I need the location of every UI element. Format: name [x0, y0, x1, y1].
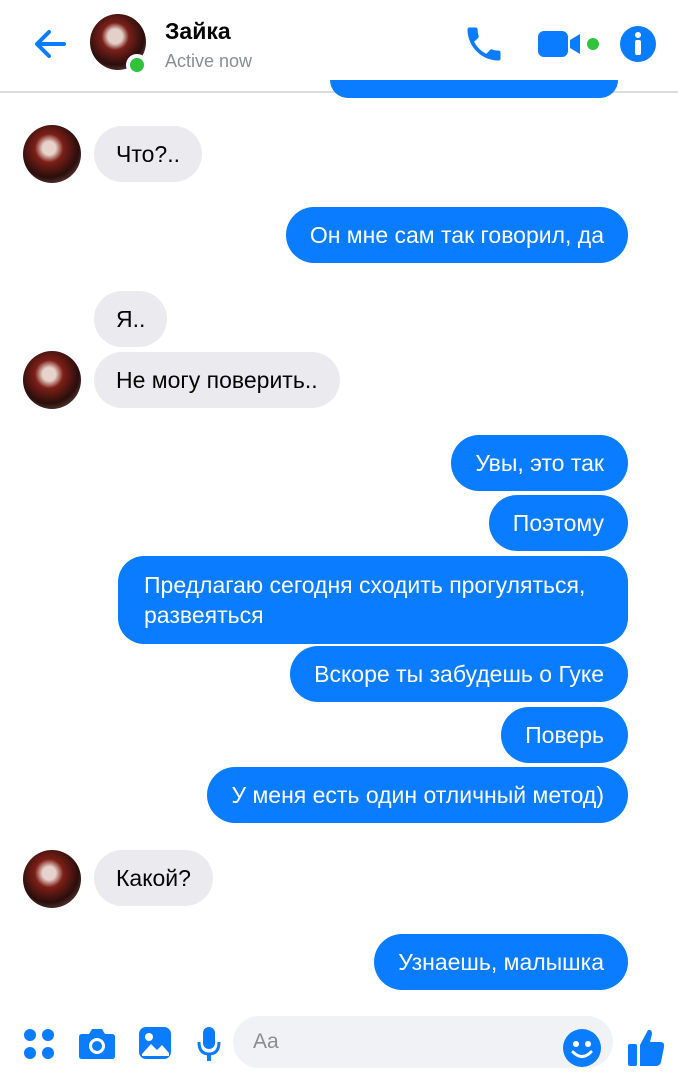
camera-button[interactable] — [78, 1026, 116, 1065]
message-composer — [0, 1004, 678, 1080]
message-outgoing[interactable]: Поверь — [501, 707, 628, 763]
message-outgoing[interactable]: Предлагаю сегодня сходить прогуляться, р… — [118, 556, 628, 644]
video-call-button[interactable] — [536, 26, 602, 62]
scrolled-message-edge — [330, 80, 618, 98]
message-outgoing[interactable]: Вскоре ты забудешь о Гуке — [290, 646, 628, 702]
contact-status: Active now — [165, 51, 253, 71]
message-outgoing[interactable]: Он мне сам так говорил, да — [285, 207, 628, 263]
microphone-icon — [197, 1027, 221, 1061]
message-incoming[interactable]: Я.. — [94, 291, 168, 347]
back-arrow-icon — [35, 30, 66, 58]
like-button[interactable] — [626, 1026, 666, 1073]
info-button[interactable] — [618, 24, 658, 64]
message-incoming[interactable]: Не могу поверить.. — [94, 352, 340, 408]
message-incoming[interactable]: Что?.. — [94, 126, 202, 182]
emoji-button[interactable] — [562, 1028, 602, 1073]
sender-avatar[interactable] — [23, 351, 81, 409]
message-outgoing[interactable]: Поэтому — [488, 495, 628, 551]
message-outgoing[interactable]: Узнаешь, малышка — [374, 934, 628, 990]
emoji-icon — [563, 1029, 601, 1067]
message-outgoing[interactable]: У меня есть один отличный метод) — [207, 767, 628, 823]
video-camera-icon — [538, 31, 599, 57]
message-input[interactable] — [233, 1016, 533, 1068]
gallery-button[interactable] — [138, 1026, 172, 1065]
thumbs-up-icon — [628, 1029, 665, 1066]
back-button[interactable] — [30, 24, 70, 64]
gallery-icon — [139, 1027, 171, 1059]
message-outgoing[interactable]: Увы, это так — [451, 435, 628, 491]
contact-name[interactable]: Зайка — [165, 18, 231, 45]
phone-icon — [467, 27, 501, 61]
info-icon — [620, 26, 656, 62]
chat-header-overlay: Зайка Active now — [0, 0, 678, 92]
sender-avatar[interactable] — [23, 125, 81, 183]
message-input-container[interactable] — [233, 1016, 613, 1068]
camera-icon — [79, 1029, 115, 1059]
voice-call-button[interactable] — [462, 22, 506, 66]
message-incoming[interactable]: Какой? — [94, 850, 213, 906]
sender-avatar[interactable] — [23, 850, 81, 908]
voice-message-button[interactable] — [196, 1026, 222, 1067]
apps-icon — [24, 1029, 54, 1059]
apps-button[interactable] — [22, 1027, 56, 1066]
online-indicator — [126, 54, 148, 76]
